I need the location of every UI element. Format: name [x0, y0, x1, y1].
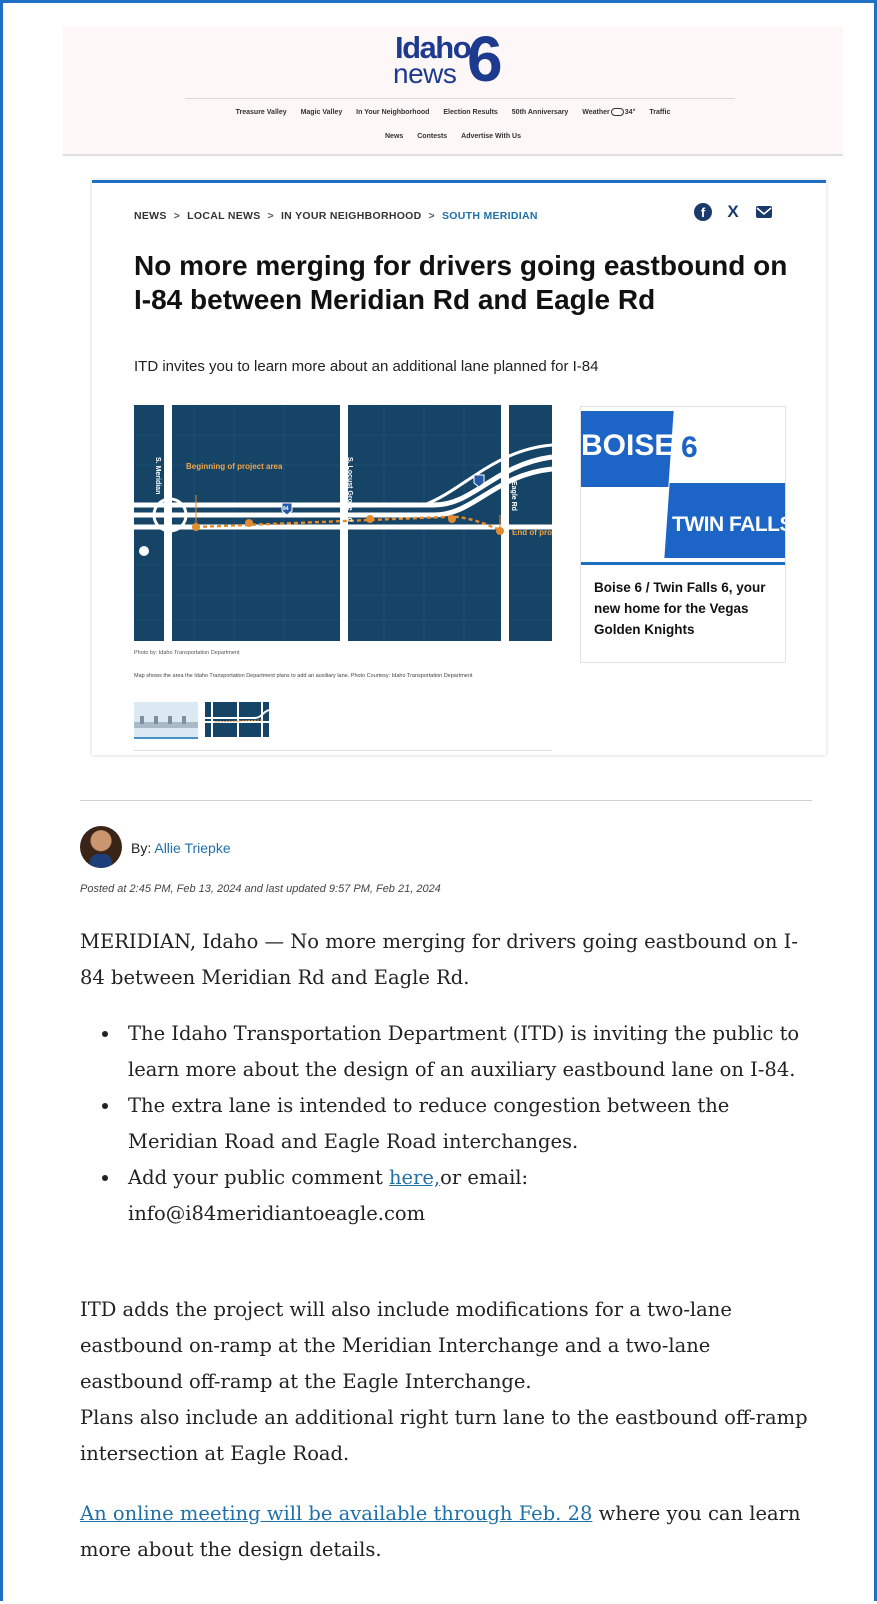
- article-headline: No more merging for drivers going eastbo…: [134, 250, 788, 315]
- nav-50th-anniversary[interactable]: 50th Anniversary: [512, 109, 569, 116]
- body-paragraph-2b: Plans also include an additional right t…: [80, 1406, 808, 1465]
- nav-magic-valley[interactable]: Magic Valley: [301, 109, 343, 116]
- thumbnail-graphic: [134, 716, 198, 728]
- posted-timestamp: Posted at 2:45 PM, Feb 13, 2024 and last…: [80, 883, 441, 895]
- thumbnail-graphic: [205, 702, 269, 737]
- map-label-shield: 84: [283, 506, 289, 512]
- promo-image: BOISE 6 TWIN FALLS: [581, 407, 785, 565]
- map-label-meridian: S. Meridian: [154, 457, 161, 494]
- nav-contests[interactable]: Contests: [417, 133, 447, 140]
- share-bar: f X: [694, 203, 774, 225]
- byline: By: Allie Triepke: [131, 840, 231, 856]
- map-label-end: End of project area: [512, 528, 552, 537]
- promo-title[interactable]: Boise 6 / Twin Falls 6, your new home fo…: [594, 577, 774, 640]
- breadcrumb-in-your-neighborhood[interactable]: IN YOUR NEIGHBORHOOD: [281, 210, 422, 222]
- email-icon[interactable]: [756, 206, 772, 218]
- nav-treasure-valley[interactable]: Treasure Valley: [236, 109, 287, 116]
- logo-six: 6: [467, 23, 503, 95]
- body-paragraph-2a: ITD adds the project will also include m…: [80, 1298, 732, 1393]
- map-graphic: Beginning of project area End of project…: [134, 405, 552, 641]
- photo-credit: Photo by: Idaho Transportation Departmen…: [134, 650, 240, 656]
- article-card: NEWS > LOCAL NEWS > IN YOUR NEIGHBORHOOD > SOU…: [92, 180, 826, 755]
- list-item: Add your public comment here,or email: i…: [102, 1160, 808, 1232]
- promo-six-text: 6: [681, 431, 698, 464]
- boise-text: BOISE: [581, 429, 675, 462]
- cloud-icon: [610, 108, 624, 116]
- online-meeting-link[interactable]: An online meeting will be available thro…: [80, 1502, 592, 1525]
- weather-temp: 34°: [624, 108, 636, 116]
- breadcrumb: NEWS > LOCAL NEWS > IN YOUR NEIGHBORHOOD > SOU…: [134, 210, 538, 222]
- facebook-icon[interactable]: f: [694, 203, 712, 221]
- nav-row-2: News Contests Advertise With Us: [63, 133, 843, 140]
- nav-in-your-neighborhood[interactable]: In Your Neighborhood: [356, 109, 429, 116]
- chevron-right-icon: >: [267, 210, 274, 222]
- article-subhead: ITD invites you to learn more about an a…: [134, 358, 599, 375]
- gallery-divider: [134, 750, 552, 751]
- nav-divider: [185, 98, 735, 99]
- site-header: Idaho news 6 Treasure Valley Magic Valle…: [63, 23, 843, 156]
- author-avatar[interactable]: [80, 826, 122, 868]
- author-link[interactable]: Allie Triepke: [154, 840, 230, 856]
- promo-card[interactable]: BOISE 6 TWIN FALLS Boise 6 / Twin Falls …: [580, 406, 786, 663]
- list-item: The extra lane is intended to reduce con…: [102, 1088, 808, 1160]
- body-paragraph-1: MERIDIAN, Idaho — No more merging for dr…: [80, 930, 798, 989]
- comment-prefix: Add your public comment: [128, 1166, 389, 1189]
- body-paragraph-3: An online meeting will be available thro…: [80, 1496, 810, 1568]
- comment-here-link[interactable]: here,: [389, 1166, 440, 1189]
- chevron-right-icon: >: [428, 210, 435, 222]
- map-label-eagle: Eagle Rd: [510, 481, 517, 511]
- logo-news: news: [393, 58, 457, 89]
- breadcrumb-news[interactable]: NEWS: [134, 210, 167, 222]
- nav-election-results[interactable]: Election Results: [443, 109, 497, 116]
- breadcrumb-south-meridian[interactable]: SOUTH MERIDIAN: [442, 210, 538, 222]
- chevron-right-icon: >: [173, 210, 181, 222]
- nav-row-1: Treasure Valley Magic Valley In Your Nei…: [63, 108, 843, 116]
- map-label-locust: S. Locust Grove Rd: [346, 457, 353, 522]
- image-caption: Map shows the area the Idaho Transportat…: [134, 673, 473, 679]
- bullet-list: The Idaho Transportation Department (ITD…: [102, 1016, 808, 1232]
- gallery-thumbnail-1[interactable]: [134, 702, 198, 739]
- list-item: The Idaho Transportation Department (ITD…: [102, 1016, 808, 1088]
- nav-advertise[interactable]: Advertise With Us: [461, 133, 521, 140]
- weather-label: Weather: [582, 108, 610, 116]
- nav-traffic[interactable]: Traffic: [649, 109, 670, 116]
- breadcrumb-local-news[interactable]: LOCAL NEWS: [187, 210, 260, 222]
- twin-falls-text: TWIN FALLS: [672, 513, 785, 536]
- byline-by: By:: [131, 840, 152, 856]
- x-icon[interactable]: X: [724, 203, 742, 221]
- byline-divider: [80, 800, 812, 801]
- nav-weather[interactable]: Weather 34°: [582, 108, 636, 116]
- site-logo[interactable]: Idaho news 6: [393, 23, 533, 95]
- gallery-thumbnail-2[interactable]: [205, 702, 269, 737]
- map-label-beginning: Beginning of project area: [186, 462, 283, 471]
- nav-news[interactable]: News: [385, 133, 403, 140]
- project-map-image[interactable]: Beginning of project area End of project…: [134, 405, 552, 641]
- body-paragraph-2: ITD adds the project will also include m…: [80, 1292, 810, 1472]
